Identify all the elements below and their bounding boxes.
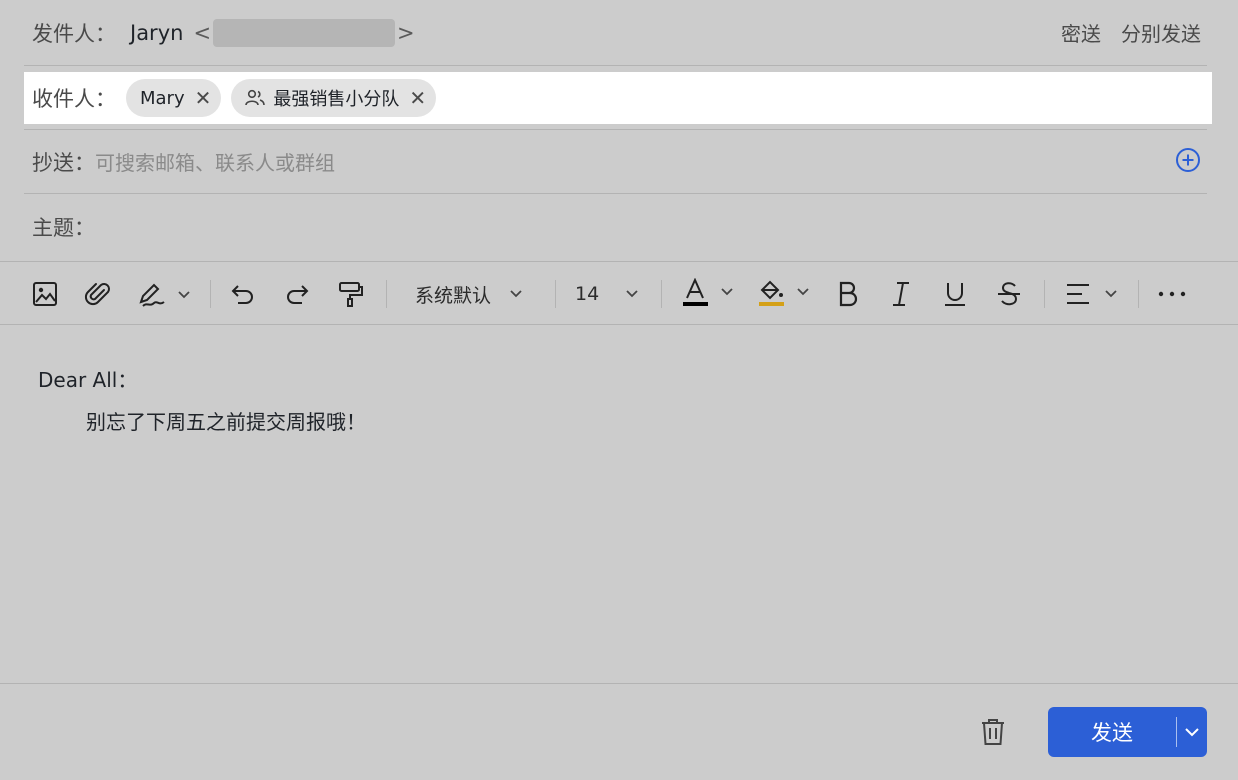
recipient-chip-group[interactable]: 最强销售小分队 ✕ — [231, 79, 437, 117]
send-options-button[interactable] — [1177, 726, 1207, 738]
cc-label: 抄送： — [32, 150, 95, 175]
subject-row[interactable]: 主题： — [24, 195, 1207, 259]
chevron-down-icon — [626, 290, 638, 298]
underline-icon[interactable] — [941, 276, 969, 312]
text-color-icon[interactable] — [682, 276, 738, 312]
format-painter-icon[interactable] — [337, 276, 365, 312]
bold-icon[interactable] — [834, 276, 862, 312]
format-toolbar: 系统默认 14 — [0, 261, 1238, 325]
toolbar-separator — [555, 280, 556, 308]
remove-recipient-icon[interactable]: ✕ — [195, 88, 212, 108]
toolbar-separator — [1044, 280, 1045, 308]
from-row: 发件人： Jaryn < > 密送 分别发送 — [24, 0, 1207, 66]
redo-icon[interactable] — [283, 276, 311, 312]
toolbar-separator — [661, 280, 662, 308]
subject-input[interactable] — [95, 212, 1207, 242]
recipient-name: Mary — [140, 87, 185, 109]
recipient-name: 最强销售小分队 — [273, 89, 400, 110]
toolbar-separator — [1138, 280, 1139, 308]
sender-email-redacted — [213, 18, 396, 47]
remove-recipient-icon[interactable]: ✕ — [409, 88, 426, 108]
from-label: 发件人： — [32, 21, 116, 46]
chevron-down-icon — [510, 290, 522, 298]
cc-input[interactable]: 可搜索邮箱、联系人或群组 — [95, 147, 335, 176]
cc-row[interactable]: 抄送： 可搜索邮箱、联系人或群组 — [24, 130, 1207, 194]
align-icon[interactable] — [1064, 276, 1122, 312]
compose-footer: 发送 — [0, 685, 1238, 780]
group-icon — [245, 89, 266, 106]
sender-name: Jaryn — [130, 20, 184, 45]
body-text: 别忘了下周五之前提交周报哦！ — [86, 410, 366, 434]
trash-icon[interactable] — [979, 717, 1007, 751]
chevron-down-icon — [1185, 728, 1199, 737]
highlight-color-icon[interactable] — [758, 276, 814, 312]
send-button-group: 发送 — [1048, 707, 1207, 757]
to-label: 收件人： — [32, 87, 116, 111]
font-family-select[interactable]: 系统默认 — [415, 276, 533, 312]
font-size-value: 14 — [575, 283, 600, 305]
bcc-button[interactable]: 密送 — [1061, 18, 1101, 47]
recipient-chip-person[interactable]: Mary ✕ — [126, 79, 222, 117]
add-cc-icon[interactable] — [1175, 147, 1201, 177]
more-icon[interactable] — [1157, 276, 1187, 312]
to-row[interactable]: 收件人： Mary ✕ 最强销售小分队 ✕ — [24, 72, 1212, 124]
toolbar-separator — [210, 280, 211, 308]
attachment-icon[interactable] — [84, 276, 112, 312]
strikethrough-icon[interactable] — [995, 276, 1023, 312]
from-actions: 密送 分别发送 — [1061, 18, 1201, 47]
toolbar-separator — [386, 280, 387, 308]
send-button[interactable]: 发送 — [1048, 717, 1176, 747]
font-size-select[interactable]: 14 — [575, 276, 649, 312]
signature-icon[interactable] — [137, 276, 193, 312]
font-family-value: 系统默认 — [415, 284, 492, 307]
message-body-editor[interactable]: Dear All： 别忘了下周五之前提交周报哦！ — [0, 326, 1238, 684]
angle-open: < — [193, 20, 212, 45]
subject-label: 主题： — [32, 216, 95, 240]
angle-close: > — [397, 20, 415, 45]
undo-icon[interactable] — [229, 276, 257, 312]
separate-send-button[interactable]: 分别发送 — [1121, 18, 1201, 47]
italic-icon[interactable] — [887, 276, 915, 312]
body-greeting: Dear All： — [38, 368, 138, 392]
image-icon[interactable] — [31, 276, 59, 312]
